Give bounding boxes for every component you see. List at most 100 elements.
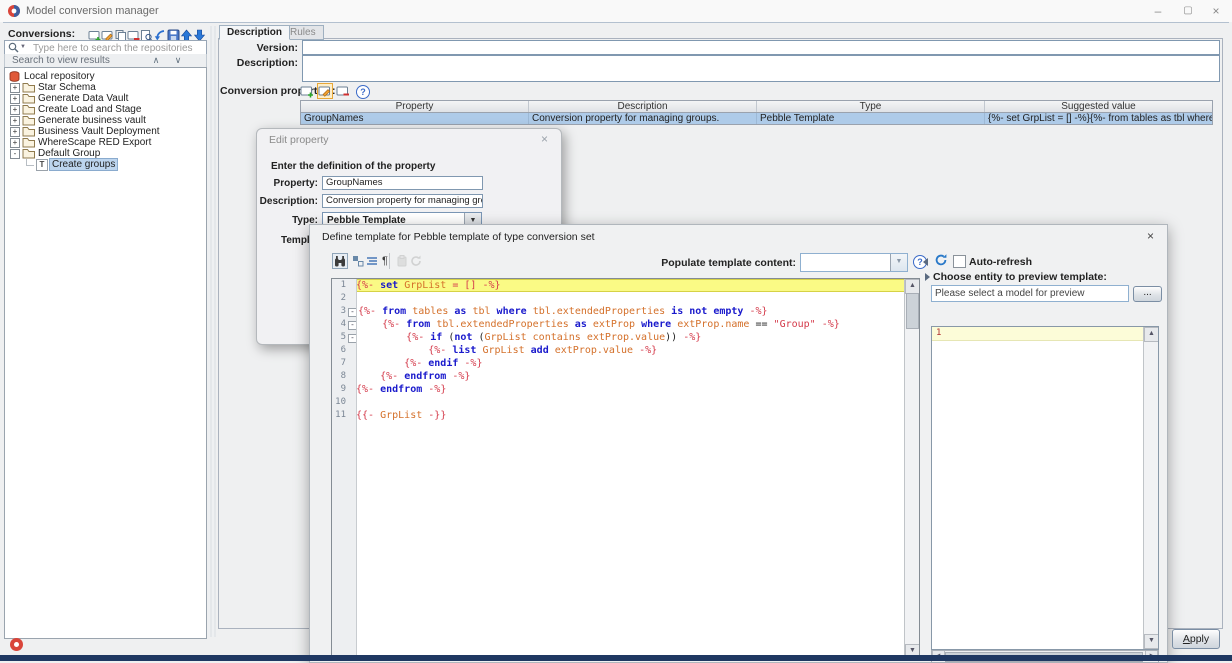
expander-icon[interactable]: + <box>10 116 20 126</box>
tree-item-create-load-and-stage[interactable]: + Create Load and Stage <box>5 104 204 115</box>
tab-description[interactable]: Description <box>219 25 290 40</box>
close-button[interactable]: × <box>1204 0 1228 22</box>
apply-button[interactable]: Apply <box>1172 629 1220 649</box>
status-help-icon[interactable] <box>10 638 23 651</box>
tree-item-star-schema[interactable]: + Star Schema <box>5 82 204 93</box>
window-title: Model conversion manager <box>26 0 159 22</box>
editor-line[interactable]: 2 <box>332 292 919 305</box>
preview-line-1: 1 <box>932 327 1144 341</box>
editor-line[interactable]: 7 {%- endif -%} <box>332 357 919 370</box>
expander-icon[interactable]: + <box>10 94 20 104</box>
table-row-groupnames[interactable]: GroupNames Conversion property for manag… <box>301 113 1212 124</box>
version-input[interactable] <box>302 40 1220 55</box>
tree-connector <box>26 159 34 166</box>
editor-line[interactable]: 11{{- GrpList -}} <box>332 409 919 422</box>
code-text: {%- list GrpList add extProp.value -%} <box>356 344 919 357</box>
editor-line[interactable]: 5- {%- if (not (GrpList contains extProp… <box>332 331 919 344</box>
column-header[interactable]: Suggested value <box>985 101 1212 112</box>
editor-line[interactable]: 1{%- set GrpList = [] -%} <box>332 279 919 292</box>
scrollbar-thumb[interactable] <box>906 293 919 329</box>
editor-line[interactable]: 8 {%- endfrom -%} <box>332 370 919 383</box>
editor-line[interactable]: 9{%- endfrom -%} <box>332 383 919 396</box>
template-code-editor[interactable]: 1{%- set GrpList = [] -%}23-{%- from tab… <box>331 278 920 660</box>
code-text <box>356 292 919 305</box>
edit-property-button[interactable] <box>318 84 332 98</box>
scroll-down-icon[interactable]: ▼ <box>1144 634 1159 649</box>
replace-button <box>395 254 409 268</box>
code-text: {%- endfrom -%} <box>356 370 919 383</box>
editor-line[interactable]: 10 <box>332 396 919 409</box>
expander-icon[interactable]: + <box>10 83 20 93</box>
tree-item-generate-data-vault[interactable]: + Generate Data Vault <box>5 93 204 104</box>
preview-vertical-scrollbar[interactable]: ▲ ▼ <box>1143 327 1158 649</box>
description-label: Description: <box>191 196 318 207</box>
expander-icon[interactable]: + <box>10 138 20 148</box>
tree-item-default-group[interactable]: - Default Group <box>5 148 204 159</box>
properties-help-icon[interactable]: ? <box>356 85 370 99</box>
folder-icon <box>22 115 35 126</box>
column-header[interactable]: Type <box>757 101 985 112</box>
goto-structure-button[interactable] <box>351 254 365 268</box>
editor-vertical-scrollbar[interactable]: ▲ ▼ <box>904 279 919 659</box>
dialog-title: Edit property <box>269 134 329 146</box>
tree-item-local-repository[interactable]: Local repository <box>5 71 204 82</box>
description-input[interactable]: Conversion property for managing groups. <box>322 194 483 208</box>
editor-line[interactable]: 6 {%- list GrpList add extProp.value -%} <box>332 344 919 357</box>
cell-suggested-value: {%- set GrpList = [] -%}{%- from tables … <box>985 113 1212 124</box>
editor-line[interactable]: 3-{%- from tables as tbl where tbl.exten… <box>332 305 919 318</box>
close-icon[interactable]: × <box>1147 229 1154 243</box>
expander-icon[interactable]: + <box>10 105 20 115</box>
type-label: Type: <box>191 215 318 226</box>
collapse-all-icon[interactable]: ∧ <box>149 54 163 67</box>
browse-button[interactable]: ... <box>1133 286 1162 302</box>
tree-item-generate-business-vault[interactable]: + Generate business vault <box>5 115 204 126</box>
choose-entity-label: Choose entity to preview template: <box>933 271 1107 283</box>
column-header[interactable]: Property <box>301 101 529 112</box>
expand-right-icon[interactable] <box>925 273 930 281</box>
editor-line[interactable]: 4- {%- from tbl.extendedProperties as ex… <box>332 318 919 331</box>
close-icon[interactable]: × <box>541 132 548 146</box>
tree-item-business-vault-deployment[interactable]: + Business Vault Deployment <box>5 126 204 137</box>
entity-input[interactable]: Please select a model for preview <box>931 285 1129 302</box>
minimize-button[interactable]: – <box>1146 0 1170 22</box>
scroll-up-icon[interactable]: ▲ <box>1144 327 1159 342</box>
description-input[interactable] <box>302 55 1220 82</box>
results-header: Search to view results ∧ ∨ <box>4 54 207 68</box>
column-header[interactable]: Description <box>529 101 757 112</box>
populate-label: Populate template content: <box>641 257 796 269</box>
scroll-up-icon[interactable]: ▲ <box>905 279 920 294</box>
property-input[interactable]: GroupNames <box>322 176 483 190</box>
template-icon: T <box>36 159 48 171</box>
cell-description: Conversion property for managing groups. <box>529 113 757 124</box>
reset-button <box>409 254 423 268</box>
panel-splitter[interactable] <box>208 26 216 637</box>
collapse-left-icon[interactable] <box>923 258 928 266</box>
circular-arrow-icon <box>409 259 423 271</box>
code-text: {%- from tables as tbl where tbl.extende… <box>358 305 919 318</box>
repository-search-box[interactable]: ▼ <box>4 40 207 55</box>
expander-icon[interactable]: + <box>10 127 20 137</box>
lines-icon <box>365 259 379 271</box>
indent-guides-button[interactable] <box>365 254 379 268</box>
chevron-down-icon: ▼ <box>890 254 907 271</box>
line-number: 11 <box>332 409 347 422</box>
paste-icon <box>395 259 409 271</box>
delete-property-button[interactable] <box>336 84 350 98</box>
code-text: {%- from tbl.extendedProperties as extPr… <box>358 318 919 331</box>
add-property-button[interactable] <box>300 84 314 98</box>
version-label: Version: <box>218 42 298 54</box>
expand-all-icon[interactable]: ∨ <box>171 54 185 67</box>
fold-gutter <box>347 370 356 383</box>
auto-refresh-checkbox[interactable] <box>953 255 966 268</box>
tree-item-create-groups[interactable]: T Create groups <box>5 159 204 170</box>
code-text <box>356 396 919 409</box>
find-button[interactable] <box>333 254 347 268</box>
refresh-preview-button[interactable] <box>934 253 948 270</box>
fold-gutter <box>347 383 356 396</box>
populate-combobox[interactable]: ▼ <box>800 253 908 272</box>
expander-icon[interactable]: - <box>10 149 20 159</box>
template-preview-pane[interactable]: 1 ▲ ▼ <box>931 326 1159 650</box>
maximize-button[interactable]: ▢ <box>1176 0 1200 22</box>
tree-item-wherescape-red-export[interactable]: + WhereScape RED Export <box>5 137 204 148</box>
line-number: 2 <box>332 292 347 305</box>
